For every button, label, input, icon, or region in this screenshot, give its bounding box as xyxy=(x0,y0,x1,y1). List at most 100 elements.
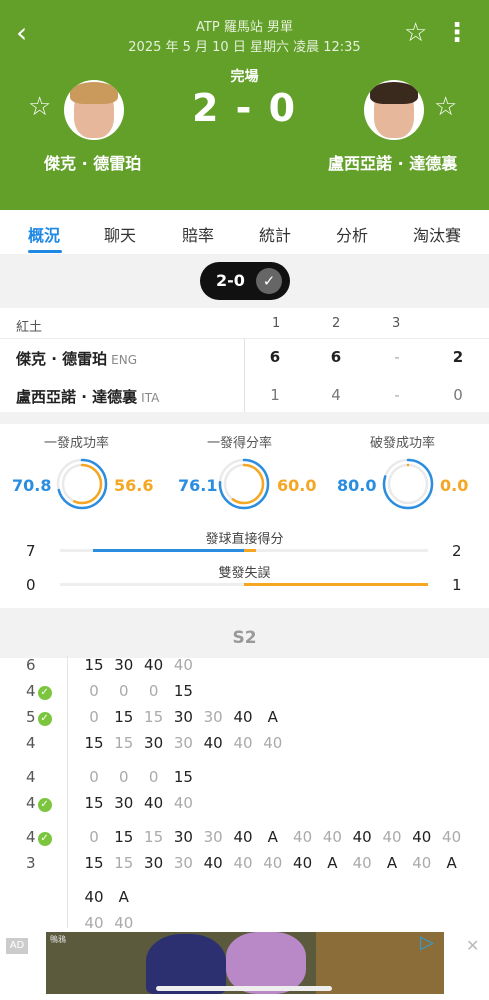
tab-analysis[interactable]: 分析 xyxy=(336,222,368,246)
point-score: 30 xyxy=(144,854,164,872)
ad-close-icon[interactable]: ✕ xyxy=(466,936,479,955)
point-score: 0 xyxy=(119,682,129,700)
point-score: A xyxy=(386,854,398,872)
point-score: 40 xyxy=(382,828,402,846)
player-name: 傑克 · 德雷珀 xyxy=(16,350,108,368)
point-score: 40 xyxy=(352,854,372,872)
player1-name[interactable]: 傑克 · 德雷珀 xyxy=(44,150,141,174)
game-score-bottom: 4 xyxy=(26,734,36,752)
game-score-top: 4 ✓ xyxy=(26,828,52,846)
stat-value-left: 80.0 xyxy=(337,476,377,495)
point-score: 40 xyxy=(322,828,342,846)
player2-name[interactable]: 盧西亞諾 · 達德裏 xyxy=(328,150,457,174)
tab-bar: 概況 聊天 賠率 統計 分析 淘汰賽 xyxy=(0,210,489,254)
set-header: 1 xyxy=(272,316,281,331)
tab-overview[interactable]: 概況 xyxy=(28,222,60,246)
bar-fill-right xyxy=(244,583,428,586)
player2-avatar[interactable] xyxy=(364,80,424,140)
serve-icon: ✓ xyxy=(37,686,52,700)
player1-favorite-star-icon[interactable]: ☆ xyxy=(28,92,51,122)
point-score: A xyxy=(267,828,278,846)
stat-ring xyxy=(382,458,434,510)
set-score: 6 xyxy=(269,348,281,366)
point-score: 0 xyxy=(89,682,99,700)
point-score: 15 xyxy=(114,708,134,726)
pbp-divider xyxy=(67,656,68,716)
game-score-bottom: 4 ✓ xyxy=(26,794,52,812)
point-score: 40 xyxy=(293,854,313,872)
table-row-player2-name[interactable]: 盧西亞諾 · 達德裏 ITA xyxy=(16,386,159,407)
player2-favorite-star-icon[interactable]: ☆ xyxy=(434,92,457,122)
point-score: 0 xyxy=(148,682,159,700)
bar-value-left: 0 xyxy=(26,576,36,594)
point-score: A xyxy=(327,854,338,872)
point-score: 15 xyxy=(144,708,164,726)
point-score: 15 xyxy=(144,828,164,846)
stats-panel: 一發成功率 一發得分率 破發成功率 70.8 56.6 76.1 60.0 80… xyxy=(0,424,489,608)
ad-banner[interactable]: AD 鴨鴉 ▷ ✕ xyxy=(0,928,489,1000)
ad-tag: AD xyxy=(6,938,28,954)
stat-value-left: 70.8 xyxy=(12,476,52,495)
table-column-divider xyxy=(244,338,245,412)
nationality: ENG xyxy=(111,353,138,367)
point-score: A xyxy=(267,708,278,726)
pbp-divider xyxy=(67,708,68,768)
point-score: 15 xyxy=(84,734,104,752)
ad-play-icon[interactable]: ▷ xyxy=(420,932,434,953)
point-score: A xyxy=(118,888,129,906)
bar-fill-right xyxy=(244,549,257,552)
ad-image[interactable]: 鴨鴉 xyxy=(46,932,444,994)
point-score: 0 xyxy=(148,768,159,786)
tab-knockout[interactable]: 淘汰賽 xyxy=(413,222,461,246)
point-score: 30 xyxy=(173,828,193,846)
pbp-divider xyxy=(67,828,68,938)
pbp-header: S2 xyxy=(0,620,489,658)
tab-stats[interactable]: 統計 xyxy=(259,222,291,246)
point-score: A xyxy=(446,854,457,872)
set-selector[interactable]: 2-0 ✓ xyxy=(200,262,290,300)
bar-value-left: 7 xyxy=(26,542,36,560)
point-score: 15 xyxy=(114,734,134,752)
point-score: 15 xyxy=(84,656,104,674)
point-score: 40 xyxy=(233,854,253,872)
serve-icon: ✓ xyxy=(37,832,52,846)
stat-value-right: 60.0 xyxy=(277,476,317,495)
ring-track-inner xyxy=(387,463,429,505)
point-score: 40 xyxy=(293,828,313,846)
point-score: 40 xyxy=(84,888,104,906)
match-header: ‹ ATP 羅馬站 男單 2025 年 5 月 10 日 星期六 凌晨 12:3… xyxy=(0,0,489,210)
point-score: 40 xyxy=(173,656,193,674)
point-score: 30 xyxy=(173,854,193,872)
point-score: 30 xyxy=(203,828,223,846)
pbp-divider xyxy=(67,768,68,828)
tab-chat[interactable]: 聊天 xyxy=(104,222,136,246)
point-score: 30 xyxy=(114,794,134,812)
stat-label: 一發得分率 xyxy=(207,436,273,451)
ad-character-image xyxy=(146,934,226,994)
point-score: 30 xyxy=(144,734,164,752)
tab-odds[interactable]: 賠率 xyxy=(182,222,214,246)
point-score: 0 xyxy=(89,708,99,726)
game-score-top: 5 ✓ xyxy=(26,708,52,726)
bar-track xyxy=(60,549,428,552)
home-indicator xyxy=(156,986,332,991)
game-score-top: 6 xyxy=(26,656,36,674)
surface-label: 紅土 xyxy=(16,320,43,335)
bar-label: 發球直接得分 xyxy=(205,532,284,547)
point-score: 40 xyxy=(233,828,253,846)
stat-ring xyxy=(218,458,270,510)
table-row-player1-name[interactable]: 傑克 · 德雷珀 ENG xyxy=(16,348,137,369)
nationality: ITA xyxy=(141,391,160,405)
player1-avatar[interactable] xyxy=(64,80,124,140)
favorite-match-star-icon[interactable]: ☆ xyxy=(404,18,427,48)
point-score: 40 xyxy=(203,734,223,752)
more-options-icon[interactable]: ⋮ xyxy=(444,18,470,48)
point-score: 15 xyxy=(114,828,134,846)
point-score: 40 xyxy=(263,854,283,872)
set-header: 3 xyxy=(392,316,401,331)
bar-label: 雙發失誤 xyxy=(218,566,271,581)
set-header: 2 xyxy=(332,316,341,331)
stat-value-right: 0.0 xyxy=(440,476,469,495)
set-score: - xyxy=(394,348,400,366)
point-score: 15 xyxy=(114,854,134,872)
